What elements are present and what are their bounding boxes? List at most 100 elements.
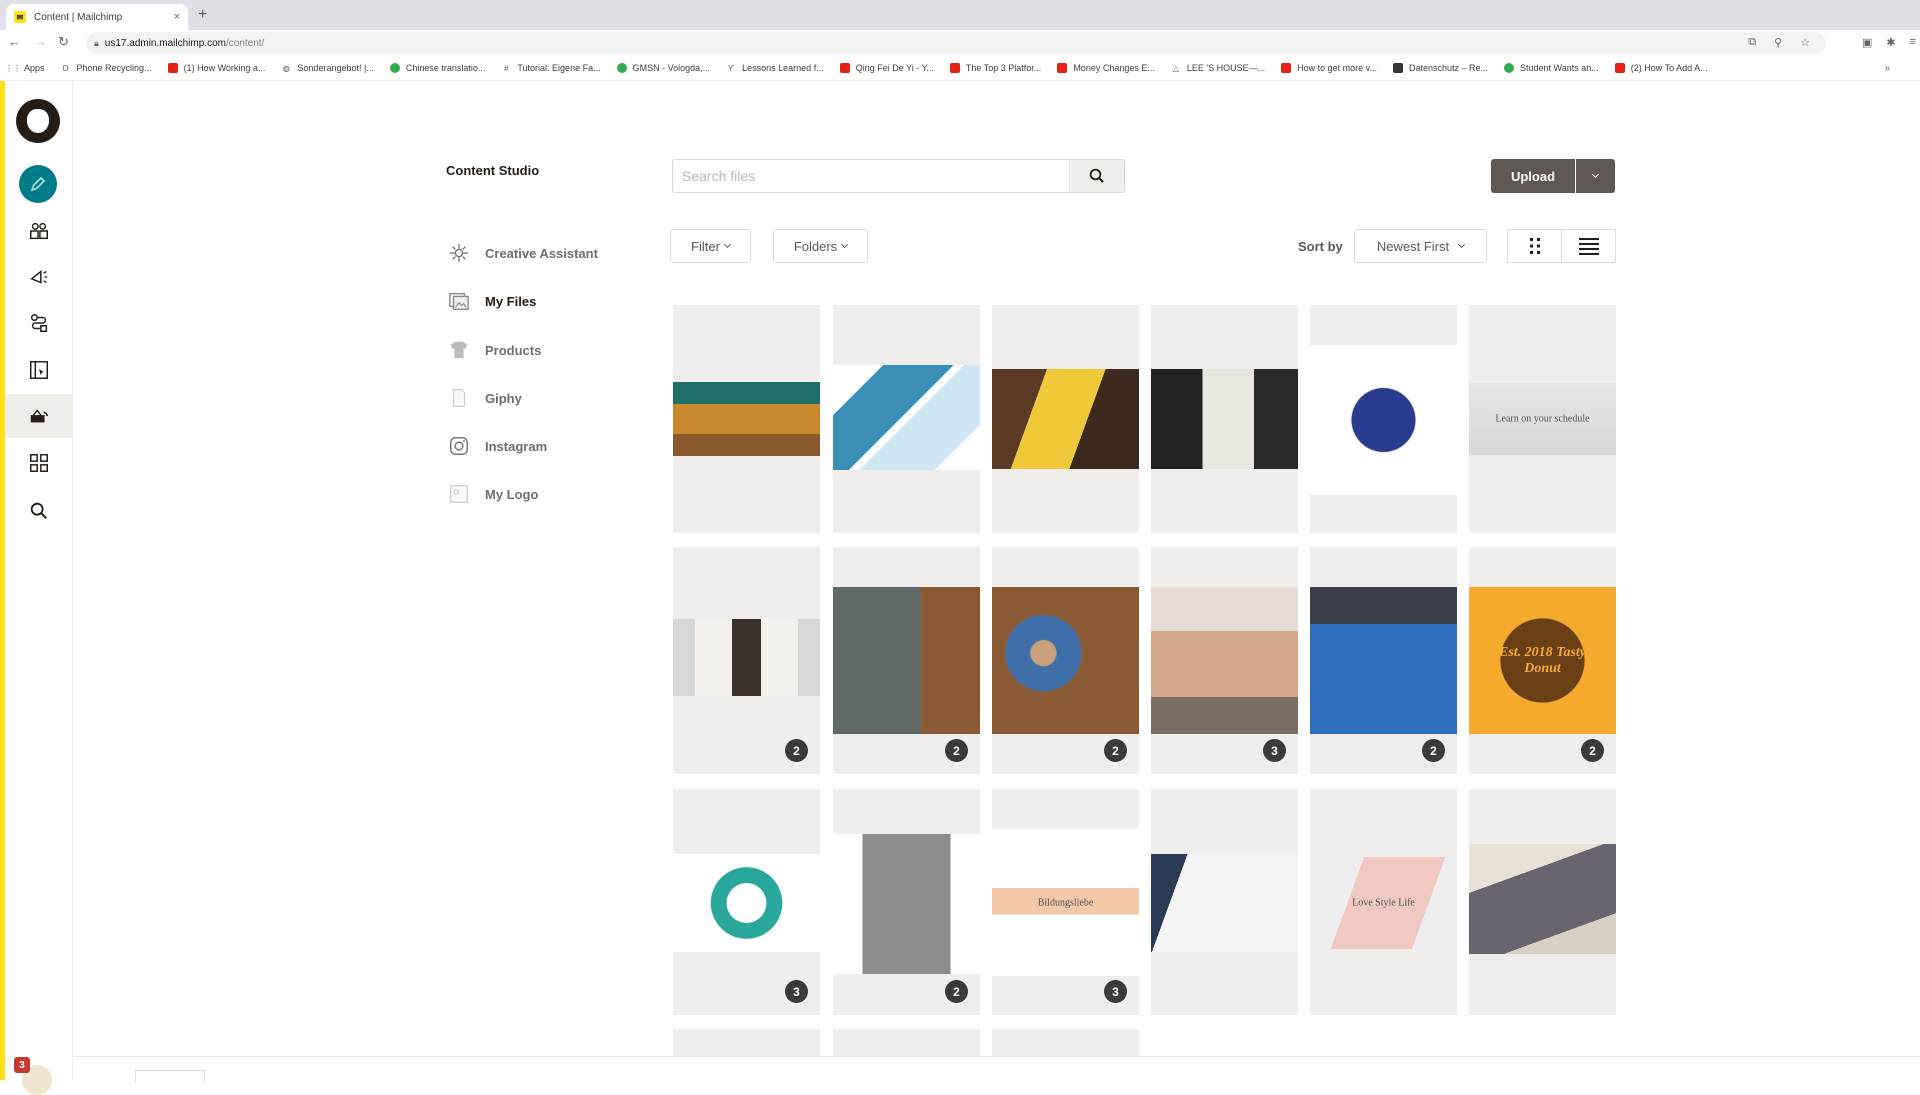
pencil-icon (30, 176, 46, 192)
file-thumbnail (833, 365, 980, 470)
bookmark-item[interactable]: ⋮⋮ Apps (5, 63, 45, 73)
giphy-icon (452, 389, 466, 407)
file-tile[interactable]: Learn on your schedule (1469, 305, 1616, 533)
browser-tab-strip: ✉ Content | Mailchimp × + (0, 0, 1920, 30)
file-tile[interactable]: Est. 2018 Tasty Donut 2 (1469, 547, 1616, 774)
page-title: Content Studio (446, 163, 540, 178)
sort-value: Newest First (1376, 238, 1450, 254)
rail-item-integrations[interactable] (5, 441, 73, 485)
file-thumbnail (673, 619, 820, 696)
bookmark-star-icon[interactable]: ☆ (1800, 36, 1810, 49)
rail-item-audience[interactable] (5, 209, 73, 253)
folders-dropdown[interactable]: Folders (773, 229, 868, 263)
bookmark-item[interactable]: Qing Fei De Yi - Y... (839, 63, 934, 73)
file-tile[interactable] (833, 305, 980, 533)
file-tile[interactable]: Love Style Life (1310, 789, 1457, 1015)
rail-item-create[interactable] (19, 165, 57, 203)
bottom-bar-tab[interactable] (135, 1070, 205, 1082)
side-nav-products[interactable]: Products (448, 337, 648, 363)
bookmark-label: How to get more v... (1297, 63, 1377, 73)
bookmark-item[interactable]: Chinese translatio... (389, 63, 485, 73)
file-tile[interactable] (992, 305, 1139, 533)
file-tile[interactable]: 2 (673, 547, 820, 774)
notification-badge[interactable]: 3 (14, 1057, 30, 1073)
file-thumbnail (1469, 844, 1616, 954)
bookmark-item[interactable]: Ƴ Lessons Learned f... (726, 63, 824, 73)
rail-item-website[interactable] (5, 348, 73, 392)
search-icon (1089, 168, 1104, 183)
file-tile[interactable]: 2 (992, 547, 1139, 774)
browser-tab[interactable]: ✉ Content | Mailchimp × (6, 4, 188, 30)
bottom-bar (73, 1056, 1920, 1082)
side-nav-instagram[interactable]: Instagram (448, 433, 648, 459)
side-nav-my-logo[interactable]: My Logo (448, 481, 648, 507)
bookmark-item[interactable]: Money Changes E... (1057, 63, 1155, 73)
upload-options-button[interactable] (1576, 159, 1615, 193)
usage-count-badge: 2 (945, 739, 968, 762)
bookmark-item[interactable]: How to get more v... (1281, 63, 1377, 73)
file-tile[interactable]: COURSE FACTORY 3 (673, 789, 820, 1015)
filter-label: Filter (691, 238, 720, 254)
bookmark-item[interactable]: Datenschutz – Re... (1392, 63, 1488, 73)
translate-icon[interactable]: ⧉ (1748, 36, 1756, 49)
grid-view-button[interactable] (1507, 229, 1562, 263)
bookmark-item[interactable]: O Phone Recycling... (61, 63, 151, 73)
bookmark-item[interactable]: GMSN - Vologda,... (616, 63, 710, 73)
file-tile[interactable]: Bildungsliebe 3 (992, 789, 1139, 1015)
file-tile[interactable] (1469, 789, 1616, 1015)
bookmark-item[interactable]: (1) How Working a... (167, 63, 265, 73)
file-tile[interactable]: 2 (833, 547, 980, 774)
upload-button[interactable]: Upload (1491, 159, 1575, 193)
sort-dropdown[interactable]: Newest First (1354, 229, 1487, 263)
tab-title: Content | Mailchimp (34, 11, 123, 23)
file-tile[interactable]: 2 (833, 789, 980, 1015)
list-view-button[interactable] (1561, 229, 1616, 263)
rail-item-search[interactable] (5, 489, 73, 533)
chevron-down-icon (723, 240, 731, 249)
file-tile[interactable] (673, 305, 820, 533)
mailchimp-logo[interactable] (16, 99, 60, 143)
reload-icon[interactable]: ↻ (58, 34, 69, 50)
new-tab-button[interactable]: + (198, 6, 207, 24)
instagram-icon (450, 437, 468, 455)
side-nav-my-files[interactable]: My Files (448, 288, 648, 314)
facebook-extension-icon[interactable]: ▣ (1862, 36, 1872, 49)
menu-icon[interactable]: ≡ (1910, 36, 1916, 49)
bookmarks-overflow-icon[interactable]: » (1884, 63, 1890, 74)
rail-item-content[interactable] (5, 394, 73, 438)
filter-dropdown[interactable]: Filter (670, 229, 751, 263)
search-input[interactable] (673, 160, 1069, 192)
bookmark-item[interactable]: △ LEE 'S HOUSE—... (1171, 63, 1265, 73)
bookmark-item[interactable]: (2) How To Add A... (1614, 63, 1708, 73)
youtube-icon (1614, 63, 1625, 73)
rail-item-automations[interactable] (5, 301, 73, 345)
search-icon (30, 502, 48, 520)
extensions-puzzle-icon[interactable]: ✱ (1886, 36, 1895, 49)
bookmark-item[interactable]: The Top 3 Platfor... (949, 63, 1041, 73)
rail-item-campaigns[interactable] (5, 255, 73, 299)
side-nav-label: Products (485, 342, 542, 358)
url-bar[interactable]: 🔒︎ us17.admin.mailchimp.com/content/ (86, 32, 1826, 54)
file-tile[interactable] (1310, 305, 1457, 533)
file-thumbnail (833, 587, 980, 734)
bookmark-item[interactable]: # Tutorial: Eigene Fa... (501, 63, 600, 73)
zoom-icon[interactable]: ⚲ (1774, 36, 1782, 49)
bookmark-item[interactable]: ◍ Sonderangebot! |... (281, 63, 374, 73)
forward-icon[interactable]: → (34, 34, 47, 49)
bookmark-label: Tutorial: Eigene Fa... (517, 63, 601, 73)
file-tile[interactable] (1151, 789, 1298, 1015)
usage-count-badge: 3 (1104, 980, 1127, 1003)
file-thumbnail (992, 369, 1139, 469)
youtube-icon (1281, 63, 1292, 73)
back-icon[interactable]: ← (8, 34, 21, 49)
bookmark-item[interactable]: Student Wants an... (1504, 63, 1599, 73)
search-button[interactable] (1069, 160, 1124, 192)
side-nav-creative-assistant[interactable]: Creative Assistant (448, 240, 648, 266)
sort-by-label: Sort by (1298, 239, 1343, 254)
side-nav-giphy[interactable]: Giphy (448, 385, 648, 411)
file-tile[interactable]: 2 (1310, 547, 1457, 774)
file-tile[interactable] (1151, 305, 1298, 533)
file-tile[interactable]: 3 (1151, 547, 1298, 774)
close-tab-icon[interactable]: × (174, 11, 180, 23)
thumbnail-caption: Est. 2018 Tasty Donut (1499, 644, 1586, 676)
